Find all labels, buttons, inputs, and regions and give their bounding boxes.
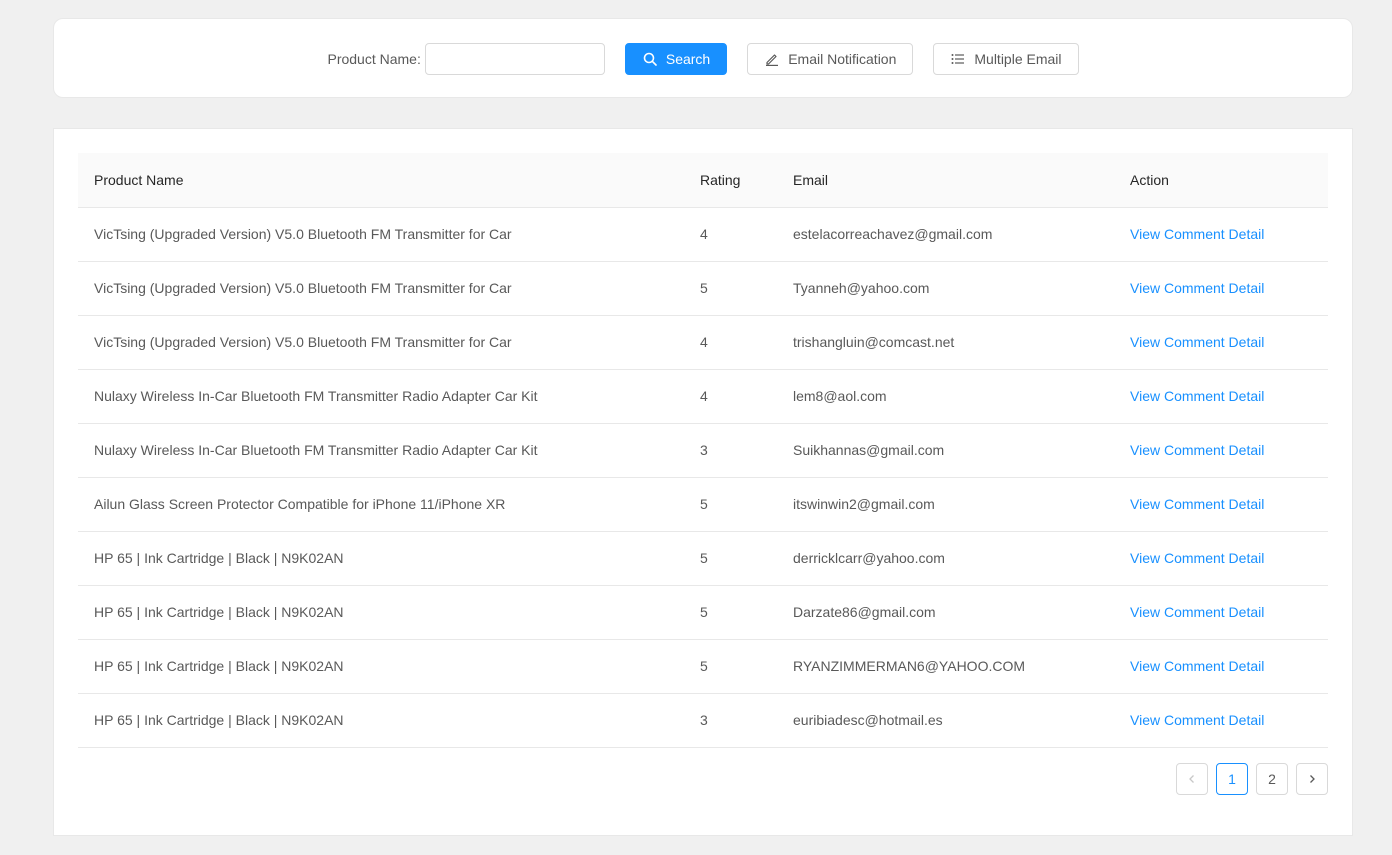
product-name-cell: Ailun Glass Screen Protector Compatible … — [78, 477, 684, 532]
next-page-button[interactable] — [1296, 763, 1328, 795]
column-header-product-name: Product Name — [78, 153, 684, 208]
product-name-cell: Nulaxy Wireless In-Car Bluetooth FM Tran… — [78, 423, 684, 478]
chevron-right-icon — [1307, 771, 1317, 787]
page-1-button[interactable]: 1 — [1216, 763, 1248, 795]
view-comment-detail-link[interactable]: View Comment Detail — [1130, 712, 1264, 728]
product-name-cell: VicTsing (Upgraded Version) V5.0 Bluetoo… — [78, 315, 684, 370]
email-cell: lem8@aol.com — [777, 369, 1114, 424]
rating-cell: 5 — [684, 585, 777, 640]
multiple-email-button[interactable]: Multiple Email — [933, 43, 1079, 75]
column-header-email: Email — [777, 153, 1114, 208]
table-header-row: Product Name Rating Email Action — [78, 153, 1328, 208]
product-name-cell: HP 65 | Ink Cartridge | Black | N9K02AN — [78, 585, 684, 640]
email-cell: RYANZIMMERMAN6@YAHOO.COM — [777, 639, 1114, 694]
rating-cell: 3 — [684, 693, 777, 748]
product-name-cell: HP 65 | Ink Cartridge | Black | N9K02AN — [78, 639, 684, 694]
table-row: HP 65 | Ink Cartridge | Black | N9K02AN … — [78, 531, 1328, 586]
email-notification-button[interactable]: Email Notification — [747, 43, 914, 75]
table-row: Nulaxy Wireless In-Car Bluetooth FM Tran… — [78, 423, 1328, 478]
table-row: Nulaxy Wireless In-Car Bluetooth FM Tran… — [78, 369, 1328, 424]
view-comment-detail-link[interactable]: View Comment Detail — [1130, 496, 1264, 512]
email-cell: itswinwin2@gmail.com — [777, 477, 1114, 532]
product-name-input[interactable] — [424, 43, 605, 75]
view-comment-detail-link[interactable]: View Comment Detail — [1130, 604, 1264, 620]
email-cell: Darzate86@gmail.com — [777, 585, 1114, 640]
product-name-cell: HP 65 | Ink Cartridge | Black | N9K02AN — [78, 531, 684, 586]
product-name-cell: VicTsing (Upgraded Version) V5.0 Bluetoo… — [78, 207, 684, 262]
search-button[interactable]: Search — [624, 43, 728, 75]
results-panel: Product Name Rating Email Action VicTsin… — [53, 128, 1353, 836]
email-cell: trishangluin@comcast.net — [777, 315, 1114, 370]
product-name-cell: Nulaxy Wireless In-Car Bluetooth FM Tran… — [78, 369, 684, 424]
pagination: 1 2 — [1176, 763, 1328, 795]
email-cell: derricklcarr@yahoo.com — [777, 531, 1114, 586]
list-icon — [950, 51, 966, 67]
prev-page-button[interactable] — [1176, 763, 1208, 795]
email-cell: Tyanneh@yahoo.com — [777, 261, 1114, 316]
search-button-label: Search — [665, 51, 711, 67]
product-name-label: Product Name: — [327, 51, 421, 67]
rating-cell: 3 — [684, 423, 777, 478]
column-header-rating: Rating — [684, 153, 777, 208]
product-name-cell: HP 65 | Ink Cartridge | Black | N9K02AN — [78, 693, 684, 748]
column-header-action: Action — [1114, 153, 1328, 208]
view-comment-detail-link[interactable]: View Comment Detail — [1130, 280, 1264, 296]
email-cell: Suikhannas@gmail.com — [777, 423, 1114, 478]
table-row: HP 65 | Ink Cartridge | Black | N9K02AN … — [78, 639, 1328, 694]
search-panel: Product Name: Search Email Notification … — [53, 18, 1353, 98]
email-cell: euribiadesc@hotmail.es — [777, 693, 1114, 748]
product-name-cell: VicTsing (Upgraded Version) V5.0 Bluetoo… — [78, 261, 684, 316]
table-row: VicTsing (Upgraded Version) V5.0 Bluetoo… — [78, 315, 1328, 370]
view-comment-detail-link[interactable]: View Comment Detail — [1130, 658, 1264, 674]
table-row: Ailun Glass Screen Protector Compatible … — [78, 477, 1328, 532]
email-cell: estelacorreachavez@gmail.com — [777, 207, 1114, 262]
page-2-button[interactable]: 2 — [1256, 763, 1288, 795]
table-row: VicTsing (Upgraded Version) V5.0 Bluetoo… — [78, 207, 1328, 262]
rating-cell: 4 — [684, 207, 777, 262]
rating-cell: 4 — [684, 315, 777, 370]
search-form: Product Name: Search Email Notification … — [54, 43, 1352, 75]
multiple-email-label: Multiple Email — [974, 51, 1062, 67]
edit-icon — [764, 51, 780, 67]
email-notification-label: Email Notification — [788, 51, 897, 67]
view-comment-detail-link[interactable]: View Comment Detail — [1130, 388, 1264, 404]
search-icon — [642, 51, 658, 67]
view-comment-detail-link[interactable]: View Comment Detail — [1130, 550, 1264, 566]
table-row: VicTsing (Upgraded Version) V5.0 Bluetoo… — [78, 261, 1328, 316]
view-comment-detail-link[interactable]: View Comment Detail — [1130, 226, 1264, 242]
table-row: HP 65 | Ink Cartridge | Black | N9K02AN … — [78, 585, 1328, 640]
chevron-left-icon — [1187, 771, 1197, 787]
rating-cell: 5 — [684, 639, 777, 694]
rating-cell: 5 — [684, 261, 777, 316]
view-comment-detail-link[interactable]: View Comment Detail — [1130, 334, 1264, 350]
comments-table: Product Name Rating Email Action VicTsin… — [78, 153, 1328, 748]
view-comment-detail-link[interactable]: View Comment Detail — [1130, 442, 1264, 458]
rating-cell: 5 — [684, 531, 777, 586]
rating-cell: 4 — [684, 369, 777, 424]
table-row: HP 65 | Ink Cartridge | Black | N9K02AN … — [78, 693, 1328, 748]
rating-cell: 5 — [684, 477, 777, 532]
